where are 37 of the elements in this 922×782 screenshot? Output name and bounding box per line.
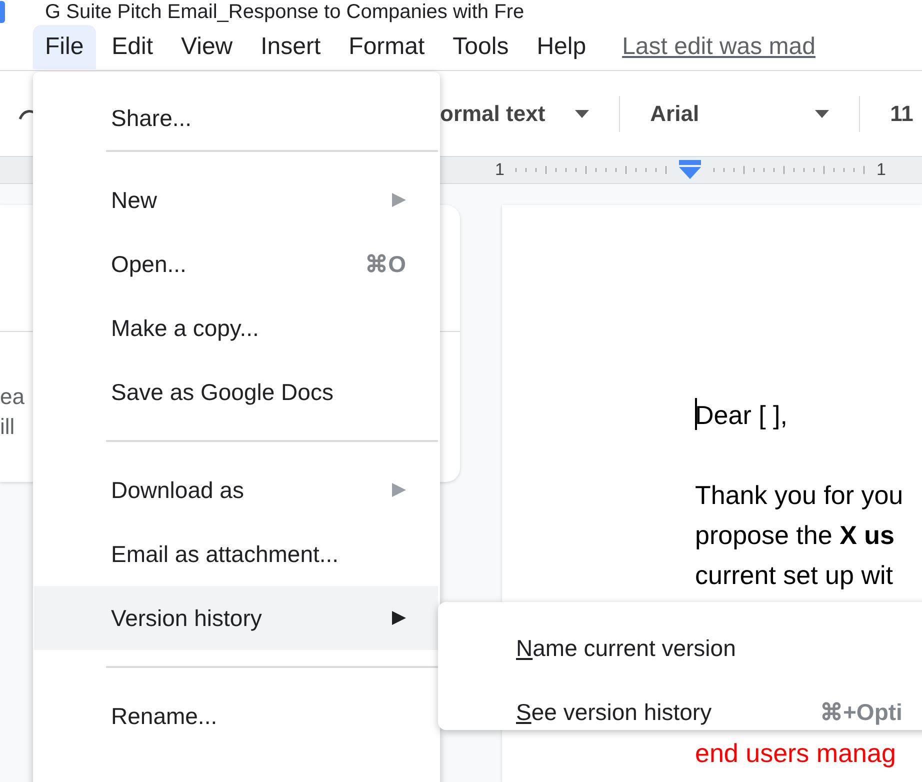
menu-entry[interactable]: Share...: [34, 86, 438, 150]
document-text: propose the X us: [695, 519, 896, 552]
ruler-number: 1: [876, 160, 886, 180]
submenu-arrow-icon: [392, 193, 406, 207]
menu-entry[interactable]: Open... ⌘O: [34, 232, 438, 296]
menu-entry[interactable]: Version history: [34, 586, 438, 650]
menu-item[interactable]: Edit: [100, 25, 166, 69]
menu-entry[interactable]: Name current version: [438, 616, 922, 680]
menu-item[interactable]: View: [169, 25, 245, 69]
document-title[interactable]: G Suite Pitch Email_Response to Companies with Fre: [45, 0, 524, 24]
style-dropdown[interactable]: ormal text: [440, 100, 546, 126]
menu-entry[interactable]: Save as Google Docs: [34, 360, 438, 424]
panel-text: ill: [0, 413, 15, 441]
menu-item[interactable]: File: [33, 25, 96, 69]
submenu-arrow-icon: [392, 483, 406, 497]
document-text: current set up wit: [695, 559, 894, 592]
caret-icon: [575, 110, 590, 118]
submenu-arrow-icon: [392, 611, 406, 625]
menu-item[interactable]: Tools: [440, 25, 521, 69]
panel-text: ea: [0, 383, 24, 411]
menu-entry[interactable]: Email as attachment...: [34, 522, 438, 586]
indent-marker-icon[interactable]: [678, 160, 702, 180]
menu-entry[interactable]: New: [34, 168, 438, 232]
docs-logo-icon[interactable]: [0, 1, 5, 23]
caret-icon: [815, 110, 830, 118]
menu-entry[interactable]: Rename...: [34, 684, 438, 748]
menu-entry[interactable]: Download as: [34, 458, 438, 522]
last-edit-link[interactable]: Last edit was mad: [622, 33, 816, 61]
ruler-number: 1: [495, 160, 504, 180]
menu-item[interactable]: Insert: [248, 25, 333, 69]
font-size-field[interactable]: 11: [890, 100, 914, 126]
menu-item[interactable]: Help: [524, 25, 598, 69]
menu-item[interactable]: Format: [336, 25, 437, 69]
document-text: Thank you for you: [695, 479, 904, 512]
menu-entry[interactable]: Make a copy...: [34, 296, 438, 360]
font-dropdown[interactable]: Arial: [650, 100, 786, 126]
document-text: Dear [ ],: [695, 397, 788, 432]
